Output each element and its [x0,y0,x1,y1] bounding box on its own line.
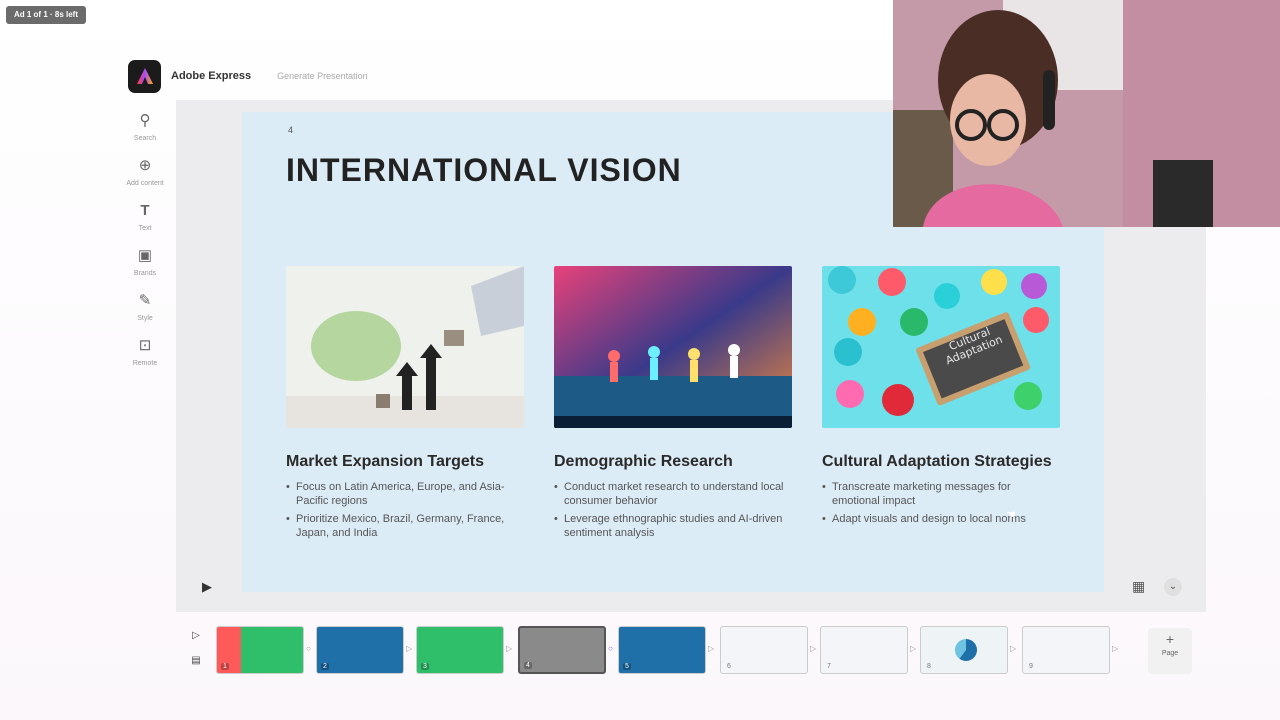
page-number: 3 [421,663,429,670]
add-page-label: Page [1161,650,1179,657]
nav-label: Style [137,315,153,322]
page-number: 4 [524,662,532,669]
nav-item-brands[interactable]: ▣ Brands [125,247,165,278]
page-thumbnail[interactable]: 7 [820,626,908,674]
page-thumbnail[interactable]: 9 [1022,626,1110,674]
filmstrip-controls: ▷ ▤ [186,630,206,666]
logo-icon [136,68,153,84]
page-number: 7 [827,663,831,670]
left-sidebar: ⚲ Search ⊕ Add content T Text ▣ Brands ✎… [125,112,165,382]
card-title: Cultural Adaptation Strategies [822,453,1052,470]
plus-icon: + [1165,631,1175,647]
card-image-chalkboard[interactable]: Cultural Adaptation [822,266,1060,428]
bullet: Adapt visuals and design to local norms [822,512,1060,526]
nav-label: Text [138,225,152,232]
nav-label: Brands [133,270,157,277]
nav-item-remote[interactable]: ⊡ Remote [125,337,165,368]
houses-arrows-image [286,266,524,428]
page-filmstrip: ▷ ▤ 1 ○ 2 ▷ 3 ▷ 4 ○ 5 ▷ 6 ▷ 7 ▷ 8 ▷ 9 ▷ … [186,622,1206,678]
text-icon: T [140,202,150,219]
page-thumbnail[interactable]: 5 [618,626,706,674]
page-thumbnail[interactable]: 6 [720,626,808,674]
page-number: 9 [1029,663,1033,670]
brand-icon: ▣ [137,247,153,264]
card-market-expansion[interactable]: Market Expansion Targets Focus on Latin … [286,266,524,544]
page-number: 5 [623,663,631,670]
app-header: Adobe Express Generate Presentation [128,56,908,96]
style-icon: ✎ [138,292,152,309]
slide-title[interactable]: INTERNATIONAL VISION [286,152,682,189]
remote-icon: ⊡ [138,337,152,354]
card-demographic-research[interactable]: Demographic Research Conduct market rese… [554,266,792,544]
webcam-person-image [893,0,1280,227]
transition-icon[interactable]: ▷ [910,644,916,653]
card-cultural-adaptation[interactable]: Cultural Adaptation Cultural Adaptation … [822,266,1060,530]
breadcrumb[interactable]: Generate Presentation [277,71,368,81]
page-number: 8 [927,663,931,670]
people-figures-image [554,266,792,428]
transition-icon[interactable]: ○ [306,644,311,653]
nav-label: Search [133,135,157,142]
bullet: Leverage ethnographic studies and AI-dri… [554,512,792,540]
card-image-people-figures[interactable] [554,266,792,428]
transition-icon[interactable]: ▷ [810,644,816,653]
nav-item-style[interactable]: ✎ Style [125,292,165,323]
page-thumbnail-selected[interactable]: 4 [518,626,606,674]
card-bullets: Focus on Latin America, Europe, and Asia… [286,480,524,540]
app-window: Ad 1 of 1 · 8s left Adobe Express Genera… [0,0,1280,720]
bullet: Focus on Latin America, Europe, and Asia… [286,480,524,508]
transition-icon[interactable]: ○ [608,644,613,653]
nav-item-search[interactable]: ⚲ Search [125,112,165,143]
transition-icon[interactable]: ▷ [1112,644,1118,653]
bullet: Prioritize Mexico, Brazil, Germany, Fran… [286,512,524,540]
card-title: Demographic Research [554,453,733,470]
play-icon[interactable]: ▶ [198,578,216,596]
transition-icon[interactable]: ▷ [708,644,714,653]
transition-icon[interactable]: ▷ [506,644,512,653]
chevron-down-icon[interactable]: ⌄ [1164,578,1182,596]
bullet: Conduct market research to understand lo… [554,480,792,508]
page-thumbnail[interactable]: 8 [920,626,1008,674]
bullet: Transcreate marketing messages for emoti… [822,480,1060,508]
page-thumbnail[interactable]: 3 [416,626,504,674]
page-number: 6 [727,663,731,670]
nav-label: Add content [126,180,164,187]
pie-chart-icon [955,639,977,661]
plus-circle-icon: ⊕ [138,157,152,174]
nav-item-add-content[interactable]: ⊕ Add content [125,157,165,188]
cursor-tool-icon[interactable]: ▷ [192,630,200,641]
transition-icon[interactable]: ▷ [1010,644,1016,653]
ad-badge: Ad 1 of 1 · 8s left [6,6,86,24]
mouse-pointer-icon: ☚ [1006,509,1016,521]
page-number: 1 [221,663,229,670]
card-title: Market Expansion Targets [286,453,484,470]
card-bullets: Transcreate marketing messages for emoti… [822,480,1060,526]
add-page-button[interactable]: + Page [1148,628,1192,674]
adobe-express-logo[interactable] [128,59,161,93]
transition-icon[interactable]: ▷ [406,644,412,653]
page-thumbnail[interactable]: 1 [216,626,304,674]
app-name: Adobe Express [171,70,252,82]
nav-item-text[interactable]: T Text [125,202,165,233]
nav-label: Remote [132,360,158,367]
slide-number: 4 [288,125,294,135]
card-bullets: Conduct market research to understand lo… [554,480,792,540]
page-number: 2 [321,663,329,670]
webcam-overlay [893,0,1280,227]
notes-icon[interactable]: ▤ [191,655,200,666]
search-icon: ⚲ [139,112,151,129]
grid-view-icon[interactable]: ▦ [1132,578,1145,595]
card-image-houses-arrows[interactable] [286,266,524,428]
page-thumbnail[interactable]: 2 [316,626,404,674]
